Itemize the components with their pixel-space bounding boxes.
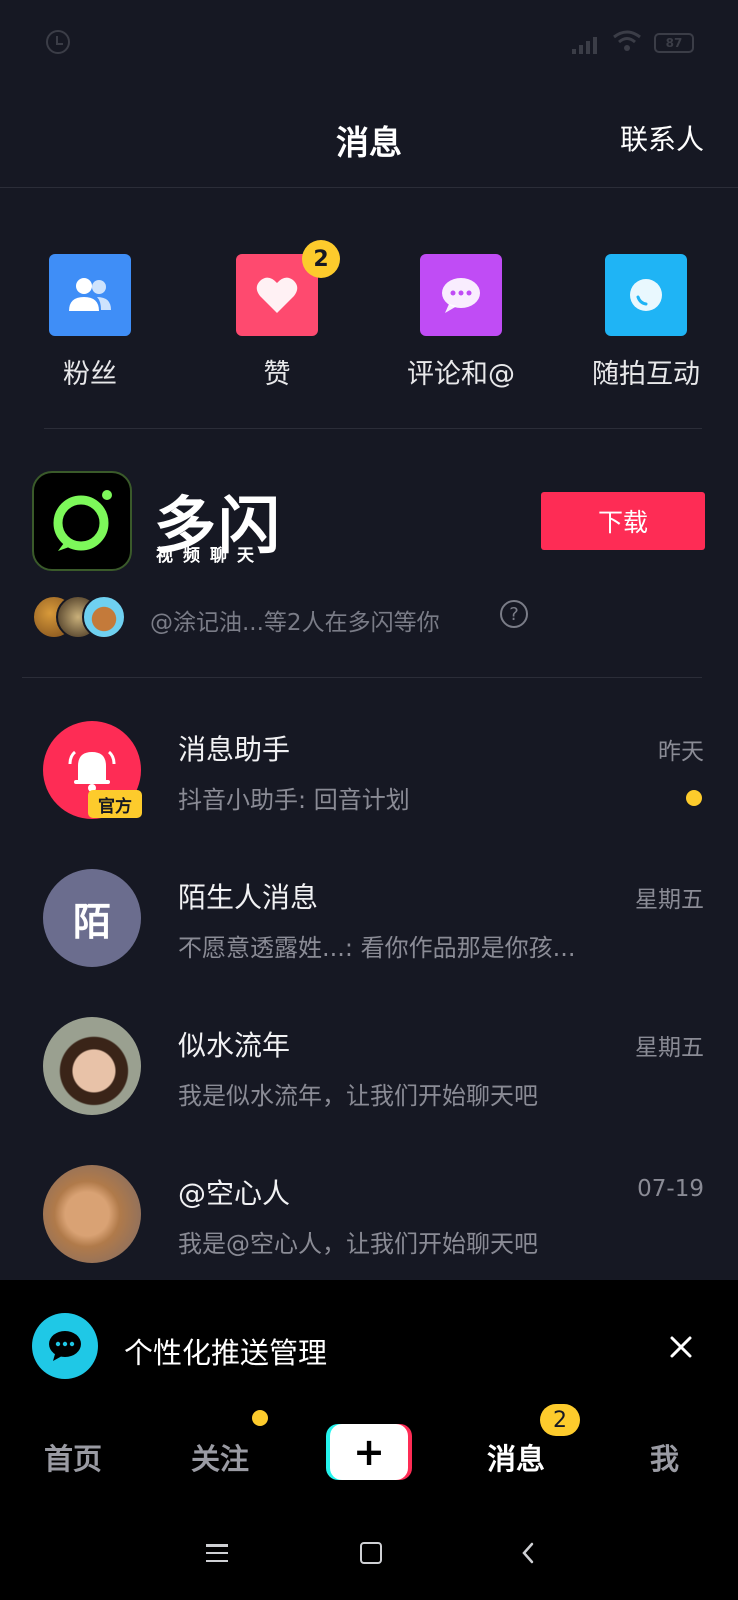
battery-indicator: 87 [654,33,694,53]
quick-action-label: 评论和@ [407,359,515,390]
quick-action-fans[interactable]: 粉丝 [10,254,170,391]
conversation-name: 陌生人消息 [178,881,319,914]
quick-action-snapshot[interactable]: 随拍互动 [566,254,726,391]
duoshan-app-icon [32,471,132,571]
promo-waiting-text: @涂记油...等2人在多闪等你 [150,610,440,636]
push-banner-text[interactable]: 个性化推送管理 [124,1330,327,1372]
quick-action-label: 随拍互动 [592,359,700,390]
tab-messages[interactable]: 消息 [487,1436,545,1478]
close-icon[interactable] [666,1332,696,1362]
conversation-preview: 不愿意透露姓...: 看你作品那是你孩... [178,934,576,962]
snapshot-icon [605,254,687,336]
quick-actions: 粉丝 2 赞 评论和@ 随拍互动 [0,188,738,428]
promo-app-subtitle: 视频聊天 [156,546,264,566]
menu-icon[interactable] [206,1544,228,1562]
quick-action-likes[interactable]: 2 赞 [197,240,357,391]
fans-icon [49,254,131,336]
messages-badge: 2 [540,1404,580,1436]
create-button[interactable]: + [326,1424,412,1480]
conversation-time: 昨天 [658,739,704,765]
tab-me[interactable]: 我 [650,1436,679,1478]
alarm-icon [46,30,70,54]
conversation-time: 07-19 [637,1176,704,1202]
download-button[interactable]: 下载 [541,492,705,550]
plus-icon: + [330,1424,408,1480]
home-square-icon[interactable] [360,1542,382,1564]
unread-dot [686,790,702,806]
comment-icon [420,254,502,336]
conversation-name: 消息助手 [178,733,291,766]
conversation-preview: 抖音小助手: 回音计划 [178,786,410,814]
duoshan-promo: 多闪 视频聊天 下载 @涂记油...等2人在多闪等你 ? [0,429,738,677]
conversation-item[interactable]: 官方 消息助手 抖音小助手: 回音计划 昨天 [0,698,738,846]
conversation-item[interactable]: 陌 陌生人消息 不愿意透露姓...: 看你作品那是你孩... 星期五 [0,846,738,994]
status-bar: 87 [0,0,738,86]
conversation-preview: 我是似水流年，让我们开始聊天吧 [178,1082,538,1110]
back-icon[interactable] [520,1541,536,1565]
chat-bubble-icon [32,1313,98,1379]
avatar [82,595,126,639]
system-nav-bar [0,1520,738,1600]
conversation-item[interactable]: @空心人 我是@空心人，让我们开始聊天吧 07-19 [0,1142,738,1290]
quick-action-label: 粉丝 [63,359,117,390]
quick-action-comments[interactable]: 评论和@ [381,254,541,391]
tab-home[interactable]: 首页 [44,1436,102,1478]
tab-following[interactable]: 关注 [191,1436,249,1478]
avatar: 陌 [43,869,141,967]
quick-action-label: 赞 [263,359,291,390]
page-header: 消息 联系人 [0,86,738,188]
conversation-name: @空心人 [178,1177,291,1210]
following-dot [252,1410,268,1426]
likes-badge: 2 [302,240,340,278]
help-icon[interactable]: ? [500,600,528,628]
heart-icon: 2 [236,240,340,336]
conversation-preview: 我是@空心人，让我们开始聊天吧 [178,1230,538,1258]
conversation-time: 星期五 [635,887,704,913]
conversation-name: 似水流年 [178,1029,291,1062]
conversation-time: 星期五 [635,1035,704,1061]
conversation-item[interactable]: 似水流年 我是似水流年，让我们开始聊天吧 星期五 [0,994,738,1142]
avatar [43,1017,141,1115]
signal-icon [572,34,602,54]
divider [22,677,702,678]
official-tag: 官方 [88,790,142,818]
waiting-friends-avatars [32,595,128,639]
avatar [43,1165,141,1263]
contacts-link[interactable]: 联系人 [620,118,704,158]
wifi-icon [613,30,641,51]
